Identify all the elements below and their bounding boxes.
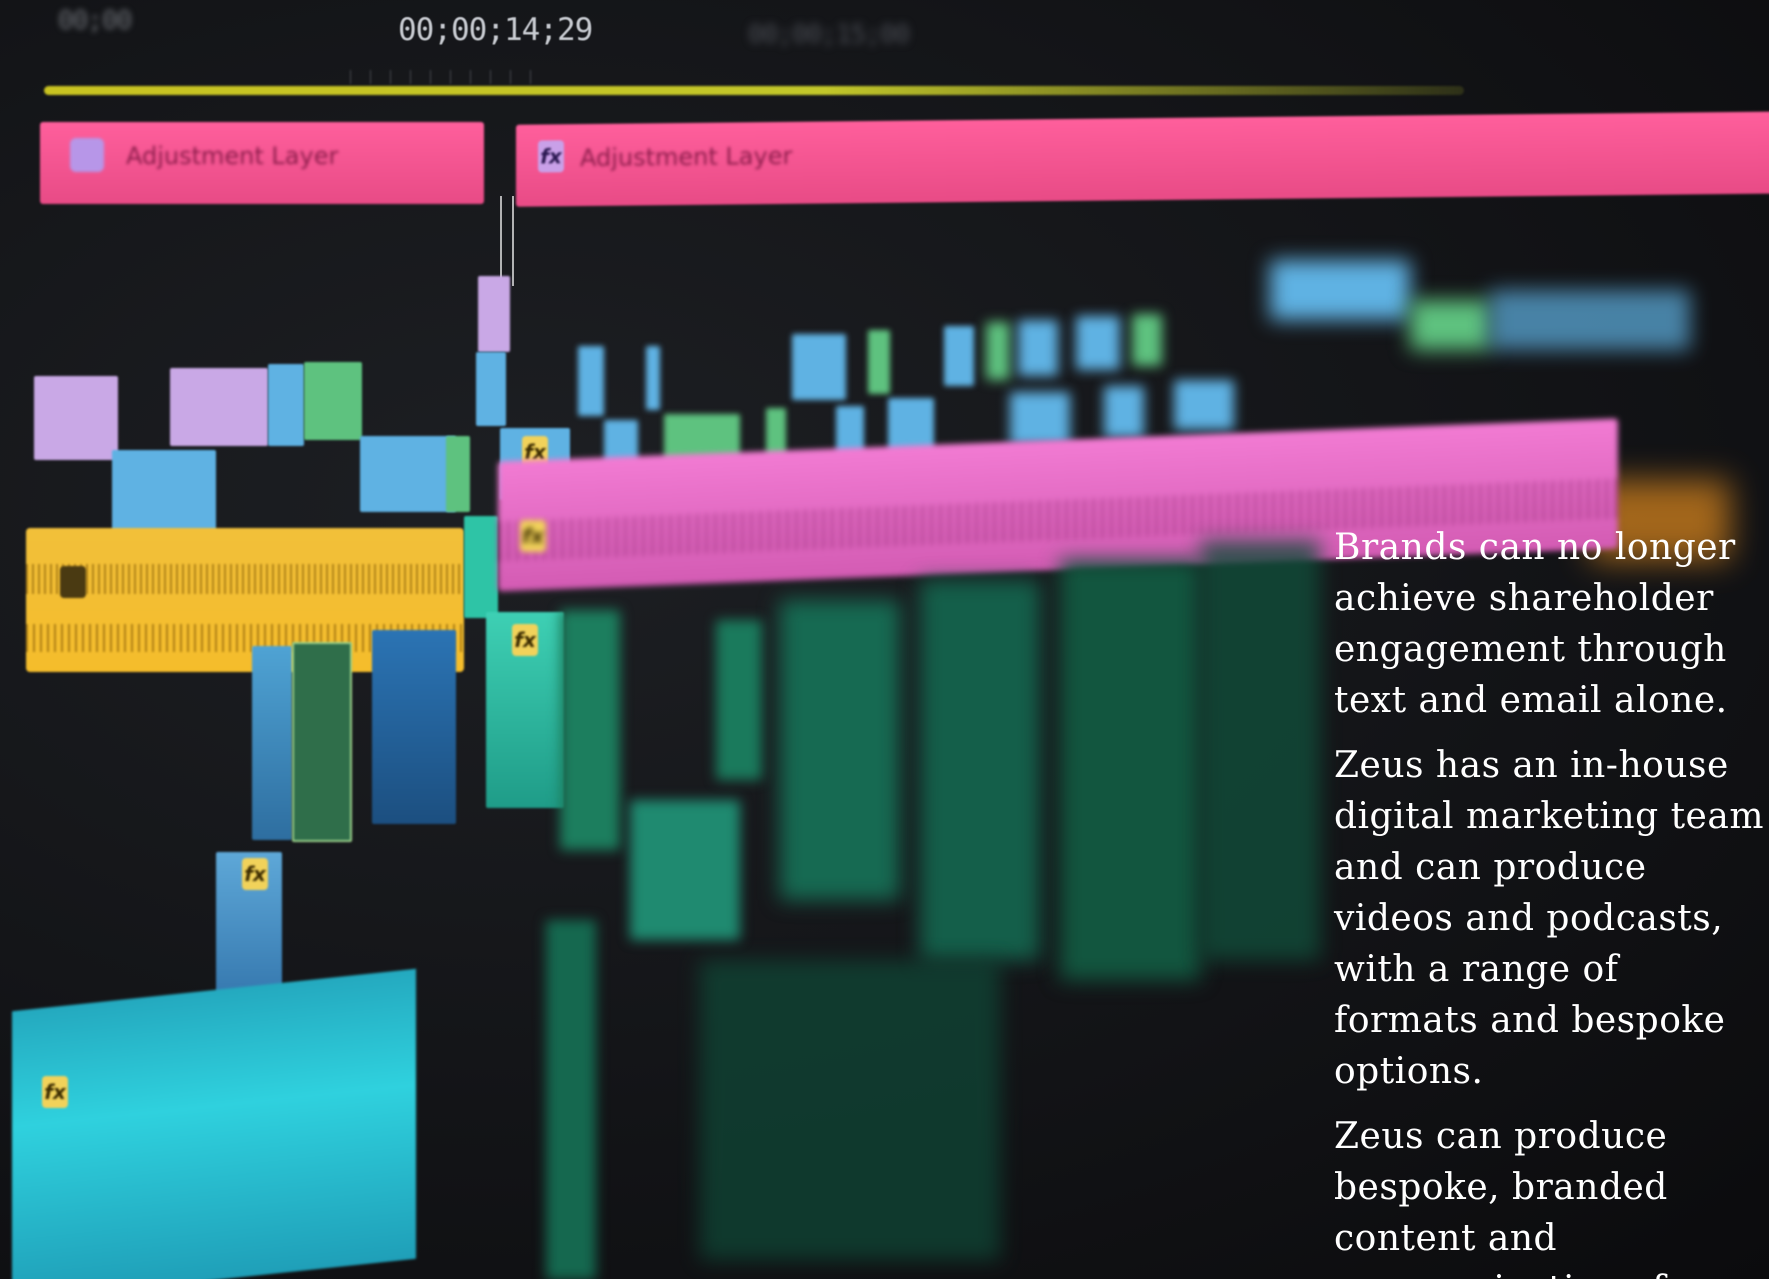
adjustment-layer-clip: fx Adjustment Layer (516, 111, 1769, 207)
video-clip (372, 630, 456, 824)
video-timeline-photo: 00;00 00;00;14;29 00;00;15;00 Adjustment… (0, 0, 1769, 1279)
video-clip (700, 960, 1000, 1260)
video-clip (112, 450, 216, 534)
video-clip (292, 642, 352, 842)
video-clip (630, 800, 740, 940)
playhead-timecode: 00;00;14;29 (398, 12, 593, 48)
video-clip (944, 326, 974, 386)
video-clip (1104, 386, 1144, 438)
adjustment-layer-clip: Adjustment Layer (40, 122, 484, 204)
fx-icon: fx (520, 520, 546, 552)
clip-icon (70, 138, 104, 172)
video-clip (1132, 314, 1162, 366)
work-area-bar (44, 86, 1464, 95)
fx-icon: fx (512, 624, 538, 656)
fx-icon: fx (242, 858, 268, 890)
video-clip (446, 436, 470, 512)
video-clip (1200, 540, 1320, 960)
video-clip (268, 364, 304, 446)
video-clip (780, 600, 900, 900)
video-clip (920, 580, 1040, 960)
video-clip (578, 346, 604, 416)
timecode-left: 00;00 (58, 6, 132, 36)
fx-icon: fx (42, 1076, 68, 1108)
video-clip (1076, 316, 1120, 370)
video-clip (1018, 320, 1058, 376)
video-clip (1174, 380, 1234, 430)
fx-icon: fx (538, 140, 564, 173)
video-clip (304, 362, 362, 440)
clip-label: Adjustment Layer (126, 142, 339, 170)
time-ruler (350, 70, 550, 84)
video-clip (1490, 290, 1690, 350)
video-clip (646, 346, 660, 410)
video-clip (868, 330, 890, 394)
video-clip (792, 334, 846, 400)
video-clip (560, 610, 620, 850)
video-clip (252, 646, 292, 840)
copy-paragraph: Brands can no longer achieve shareholder… (1334, 527, 1736, 721)
video-clip (1270, 260, 1410, 320)
clip-icon (60, 566, 86, 598)
video-clip (986, 322, 1010, 380)
video-clip (546, 920, 596, 1279)
video-clip (1010, 392, 1070, 446)
video-clip (170, 368, 268, 446)
playhead-marker (500, 196, 514, 286)
copy-paragraph: Zeus has an in-house digital marketing t… (1334, 745, 1764, 1092)
video-clip (476, 352, 506, 426)
timecode-far: 00;00;15;00 (748, 20, 910, 50)
video-clip (1060, 560, 1200, 980)
overlay-copy: Brands can no longer achieve shareholder… (1334, 522, 1769, 1279)
video-clip (478, 276, 510, 352)
copy-paragraph: Zeus can produce bespoke, branded conten… (1334, 1116, 1705, 1279)
video-clip (34, 376, 118, 460)
audio-clip-cyan (12, 968, 416, 1279)
audio-clip (464, 516, 498, 618)
video-clip (1410, 300, 1490, 350)
clip-label: Adjustment Layer (580, 141, 793, 173)
video-clip (716, 620, 762, 780)
video-clip (360, 436, 456, 512)
